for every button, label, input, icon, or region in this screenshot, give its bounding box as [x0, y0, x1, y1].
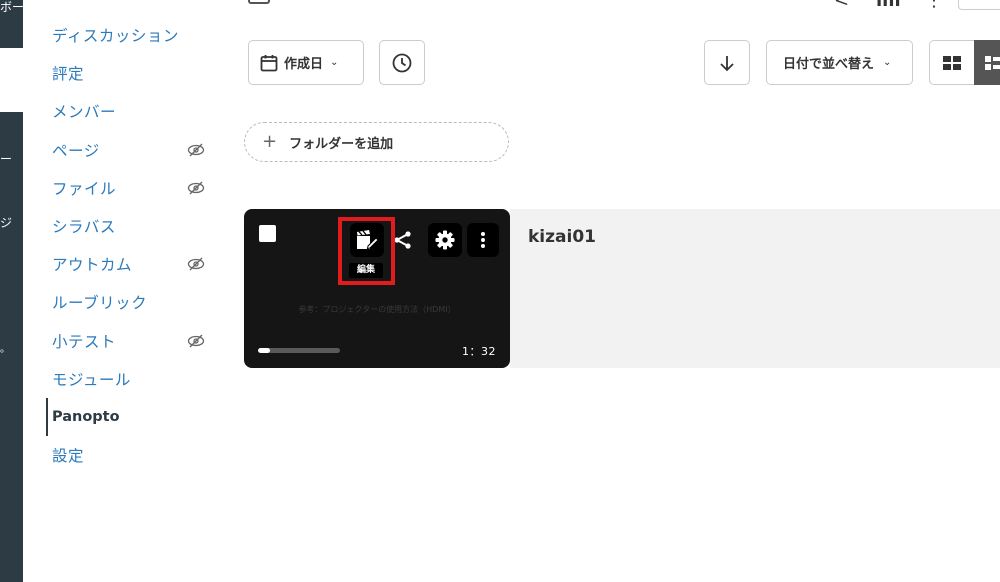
global-nav-item[interactable]: 。 — [0, 340, 23, 355]
more-options-button[interactable] — [467, 223, 499, 257]
sort-by-label: 日付で並べ替え — [783, 57, 875, 72]
nav-item-label: ファイル — [52, 179, 117, 198]
progress-bar — [258, 348, 340, 353]
global-nav-active-item[interactable] — [0, 48, 23, 112]
nav-item-discussions[interactable]: ディスカッション — [46, 16, 216, 54]
nav-item-grades[interactable]: 評定 — [46, 54, 216, 92]
calendar-icon — [260, 54, 278, 71]
nav-item-files[interactable]: ファイル — [46, 169, 216, 207]
nav-item-label: 小テスト — [52, 332, 117, 351]
settings-button[interactable] — [428, 223, 462, 257]
edit-tooltip: 編集 — [349, 263, 383, 278]
nav-item-quizzes[interactable]: 小テスト — [46, 322, 216, 360]
nav-item-label: 評定 — [52, 65, 85, 84]
nav-item-label: ディスカッション — [52, 27, 179, 46]
global-nav-item[interactable]: ボー — [0, 0, 23, 15]
grid-view-button[interactable] — [929, 40, 975, 85]
gear-icon — [435, 230, 455, 250]
nav-item-outcomes[interactable]: アウトカム — [46, 245, 216, 283]
add-folder-label: フォルダーを追加 — [289, 136, 394, 152]
progress-fill — [258, 348, 271, 353]
add-folder-button[interactable]: + フォルダーを追加 — [244, 122, 509, 162]
eye-slash-icon — [187, 143, 205, 157]
clock-icon — [392, 53, 412, 72]
chevron-down-icon: ⌄ — [330, 57, 339, 68]
sort-by-dropdown[interactable]: 日付で並べ替え ⌄ — [766, 40, 913, 85]
global-nav-item[interactable]: ジ — [0, 214, 23, 231]
share-button[interactable] — [389, 223, 417, 257]
more-icon[interactable]: ⋮ — [925, 0, 943, 11]
sort-direction-button[interactable] — [704, 40, 750, 85]
video-thumbnail[interactable]: 参考：プロジェクターの使用方法（HDMI） 編集 1：32 — [244, 209, 510, 368]
grid-icon — [943, 55, 961, 70]
list-icon — [985, 55, 1000, 70]
eye-slash-icon — [187, 257, 205, 271]
nav-item-panopto[interactable]: Panopto — [46, 397, 216, 437]
nav-item-label: ルーブリック — [52, 294, 148, 313]
chevron-down-icon: ⌄ — [883, 57, 892, 68]
create-button[interactable] — [958, 0, 1000, 10]
nav-item-label: Panopto — [52, 408, 120, 425]
nav-item-label: ページ — [52, 141, 100, 160]
edit-button[interactable] — [350, 223, 384, 257]
recent-button[interactable] — [379, 40, 425, 85]
date-filter-label: 作成日 — [284, 57, 324, 72]
global-nav-item[interactable]: ー — [0, 150, 23, 167]
video-title[interactable]: kizai01 — [528, 227, 596, 247]
edit-video-icon — [357, 230, 378, 250]
nav-item-label: モジュール — [52, 370, 131, 389]
thumbnail-caption: 参考：プロジェクターの使用方法（HDMI） — [298, 305, 456, 314]
nav-item-label: メンバー — [52, 103, 117, 122]
nav-item-syllabus[interactable]: シラバス — [46, 207, 216, 245]
nav-item-modules[interactable]: モジュール — [46, 360, 216, 398]
global-nav-rail: ボー ー ジ 。 — [0, 0, 23, 582]
nav-item-pages[interactable]: ページ — [46, 131, 216, 169]
nav-item-rubrics[interactable]: ルーブリック — [46, 283, 216, 321]
video-duration: 1：32 — [462, 345, 496, 358]
eye-slash-icon — [187, 334, 205, 347]
arrow-down-icon — [720, 55, 734, 71]
course-navigation: ディスカッション 評定 メンバー ページ ファイル シラバス アウトカム ルーブ… — [46, 16, 216, 474]
date-filter-button[interactable]: 作成日 ⌄ — [248, 40, 364, 85]
eye-slash-icon — [187, 181, 205, 195]
list-view-button[interactable] — [974, 40, 1000, 85]
nav-item-settings[interactable]: 設定 — [46, 436, 216, 474]
nav-item-label: シラバス — [52, 218, 116, 237]
nav-item-people[interactable]: メンバー — [46, 92, 216, 130]
nav-item-label: 設定 — [52, 447, 85, 466]
share-icon — [394, 231, 411, 249]
stats-icon[interactable]: ıılı — [876, 0, 901, 11]
share-icon[interactable]: < — [834, 0, 849, 11]
select-checkbox[interactable] — [259, 225, 276, 242]
folder-icon — [248, 0, 270, 4]
nav-item-label: アウトカム — [52, 256, 133, 275]
more-vertical-icon — [481, 232, 485, 248]
plus-icon: + — [262, 131, 278, 152]
